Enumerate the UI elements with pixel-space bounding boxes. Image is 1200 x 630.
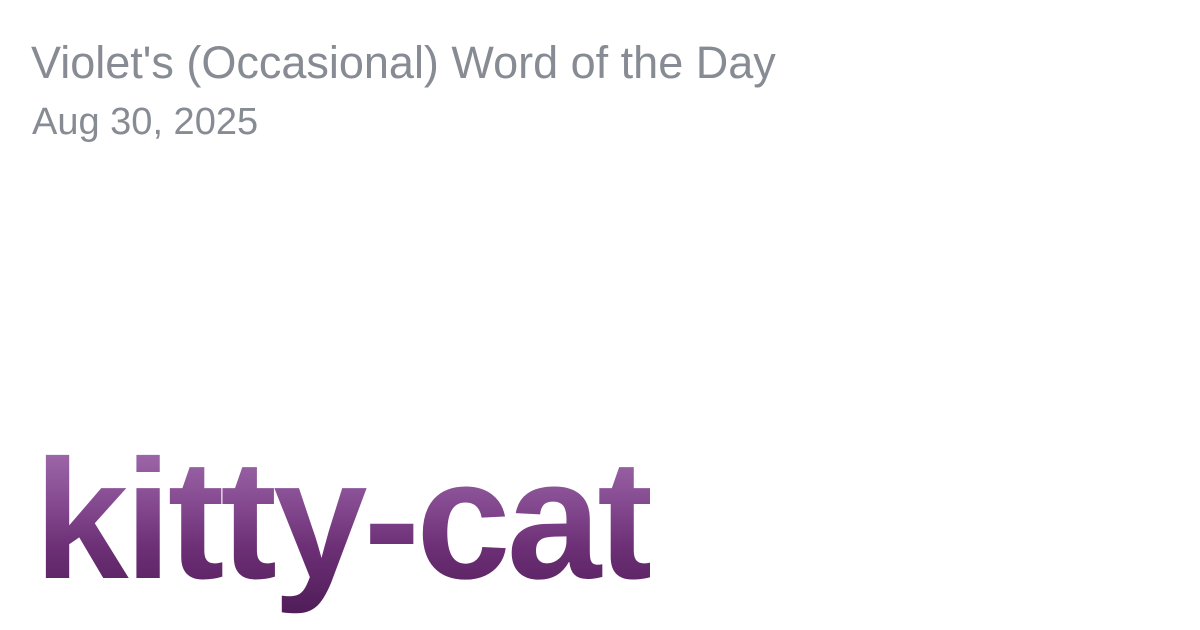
post-date: Aug 30, 2025 xyxy=(32,101,259,143)
word-of-the-day-card: Violet's (Occasional) Word of the Day Au… xyxy=(0,0,1200,630)
site-title: Violet's (Occasional) Word of the Day xyxy=(31,37,776,88)
featured-word: kitty-cat xyxy=(34,425,654,615)
